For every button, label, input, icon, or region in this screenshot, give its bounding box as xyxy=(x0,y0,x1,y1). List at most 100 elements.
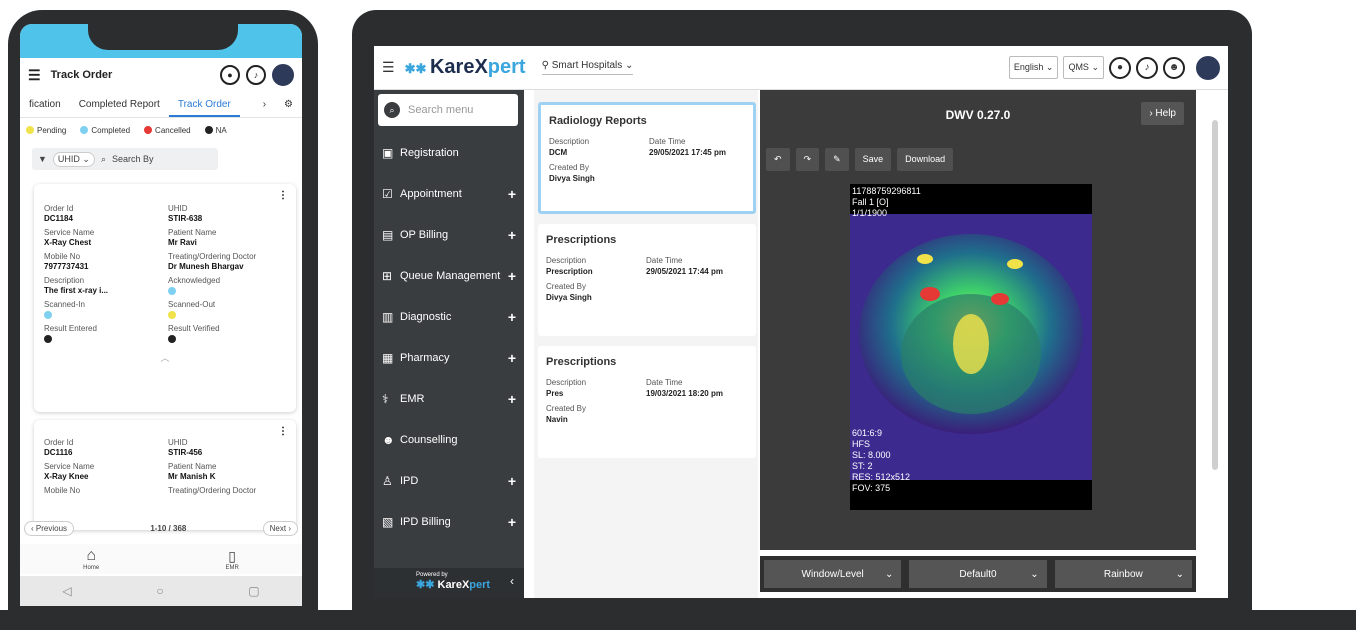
sidebar-item-appointment[interactable]: ☑ Appointment + xyxy=(374,175,524,213)
phone-bottom-nav: ⌂ Home ▯ EMR xyxy=(20,544,302,574)
help-button[interactable]: › Help xyxy=(1141,102,1184,125)
expand-plus-icon[interactable]: + xyxy=(508,309,516,325)
expand-plus-icon[interactable]: + xyxy=(508,473,516,489)
diagnostic-icon: ▥ xyxy=(382,310,394,324)
order-card[interactable]: ⋮ Order Id DC1184 UHID STIR-638 Service Na… xyxy=(34,184,296,412)
save-button[interactable]: Save xyxy=(854,148,892,171)
uhid-select[interactable]: UHID ⌄ xyxy=(52,151,95,167)
nav-emr[interactable]: ▯ EMR xyxy=(225,548,238,571)
more-options-icon[interactable]: ⋮ xyxy=(278,190,288,201)
sidebar-item-label: IPD xyxy=(400,475,419,487)
collapse-chevron-icon[interactable]: ︿ xyxy=(44,351,286,364)
preset-select[interactable]: Default0 ⌄ xyxy=(909,560,1047,588)
report-title: Radiology Reports xyxy=(549,115,647,127)
sidebar-item-emr[interactable]: ⚕ EMR + xyxy=(374,380,524,418)
back-icon[interactable]: ◁ xyxy=(62,584,71,598)
uhid: STIR-638 xyxy=(168,214,203,223)
report-title: Prescriptions xyxy=(546,234,617,246)
recents-icon[interactable]: ▢ xyxy=(248,584,259,598)
sidebar-item-queue-management[interactable]: ⊞ Queue Management + xyxy=(374,257,524,295)
expand-plus-icon[interactable]: + xyxy=(508,186,516,202)
avatar[interactable] xyxy=(1196,55,1220,80)
more-options-icon[interactable]: ⋮ xyxy=(278,426,288,437)
report-card[interactable]: Prescriptions Description Prescription Date… xyxy=(538,224,756,336)
hamburger-menu-icon[interactable]: ☰ xyxy=(382,59,395,76)
undo-icon[interactable]: ↶ xyxy=(766,148,790,171)
expand-plus-icon[interactable]: + xyxy=(508,350,516,366)
registration-icon: ▣ xyxy=(382,146,394,160)
hamburger-menu-icon[interactable]: ☰ xyxy=(28,67,41,84)
expand-plus-icon[interactable]: + xyxy=(508,268,516,284)
expand-plus-icon[interactable]: + xyxy=(508,391,516,407)
home-icon: ⌂ xyxy=(86,547,96,564)
report-date: 29/05/2021 17:44 pm xyxy=(646,267,723,276)
sidebar-item-label: EMR xyxy=(400,393,425,405)
bell-icon[interactable]: ♪ xyxy=(1136,56,1158,79)
scrollbar[interactable] xyxy=(1196,90,1228,598)
report-card[interactable]: Prescriptions Description Pres Date Time 19/… xyxy=(538,346,756,458)
uhid: STIR-456 xyxy=(168,448,203,457)
ipd-icon: ♙ xyxy=(382,474,393,488)
sidebar-item-counselling[interactable]: ☻ Counselling xyxy=(374,421,524,459)
qms-select[interactable]: QMS ⌄ xyxy=(1063,56,1104,79)
report-card[interactable]: Radiology Reports Description DCM Date Time… xyxy=(538,102,756,214)
expand-plus-icon[interactable]: + xyxy=(508,514,516,530)
phone-screen: ☰ Track Order ● ♪ fication Completed Rep… xyxy=(20,24,302,606)
group-icon[interactable]: ☻ xyxy=(1163,56,1185,79)
location-select[interactable]: ⚲ Smart Hospitals ⌄ xyxy=(541,60,634,75)
download-button[interactable]: Download xyxy=(897,148,954,171)
tab-notification[interactable]: fication xyxy=(20,99,70,110)
sidebar-item-ipd[interactable]: ♙ IPD + xyxy=(374,462,524,500)
home-circle-icon[interactable]: ○ xyxy=(156,584,163,598)
search-menu-input[interactable]: Search menu xyxy=(408,104,473,116)
sidebar-item-op-billing[interactable]: ▤ OP Billing + xyxy=(374,216,524,254)
order-card[interactable]: ⋮ Order Id DC1116 UHID STIR-456 Service Na… xyxy=(34,420,296,530)
user-circle-icon[interactable]: ● xyxy=(1109,56,1131,79)
search-input[interactable]: Search By xyxy=(112,154,154,164)
chevron-right-icon[interactable]: › xyxy=(254,99,275,110)
avatar[interactable] xyxy=(272,64,294,86)
op-billing-icon: ▤ xyxy=(382,228,394,242)
collapse-sidebar-icon[interactable]: ‹ xyxy=(510,574,514,588)
colormap-select[interactable]: Rainbow ⌄ xyxy=(1054,560,1192,588)
previous-button[interactable]: ‹ Previous xyxy=(24,520,75,536)
sidebar-item-label: Diagnostic xyxy=(400,311,452,323)
expand-plus-icon[interactable]: + xyxy=(508,227,516,243)
tab-track-order[interactable]: Track Order xyxy=(168,92,240,117)
pagination: ‹ Previous 1-10 / 368 Next › xyxy=(20,518,302,538)
brand-logo: ✱✱ KareXpert xyxy=(404,56,526,78)
chevron-down-icon: ⌄ xyxy=(884,568,894,580)
order-id: DC1116 xyxy=(44,448,73,457)
sidebar-item-diagnostic[interactable]: ▥ Diagnostic + xyxy=(374,298,524,336)
result-entered-status-dot xyxy=(44,335,52,343)
redo-icon[interactable]: ↷ xyxy=(795,148,820,171)
user-circle-icon[interactable]: ● xyxy=(220,65,240,85)
report-created-by: Divya Singh xyxy=(549,174,595,183)
gear-icon[interactable]: ⚙ xyxy=(275,99,302,110)
sidebar-item-label: Appointment xyxy=(400,188,462,200)
scrollbar-thumb[interactable] xyxy=(1212,120,1218,470)
nav-home[interactable]: ⌂ Home xyxy=(83,547,99,571)
dicom-image-canvas[interactable]: 11788759296811 Fall 1 [O] 1/1/1900 601:6… xyxy=(850,184,1092,510)
sidebar-search[interactable]: ⌕ Search menu xyxy=(378,94,518,126)
legend-cancelled: Cancelled xyxy=(144,126,191,135)
phone-tabs: fication Completed Report Track Order › … xyxy=(20,92,302,118)
next-button[interactable]: Next › xyxy=(262,520,298,536)
language-select[interactable]: English ⌄ xyxy=(1008,56,1059,79)
phone-search-bar[interactable]: ▼ UHID ⌄ ⌕ Search By xyxy=(32,148,218,170)
powered-by: Powered by ✱✱ KareXpert ‹ xyxy=(374,568,524,598)
sidebar-item-registration[interactable]: ▣ Registration xyxy=(374,134,524,172)
dicom-viewer: DWV 0.27.0 › Help ↶ ↷ ✎ Save Download 11… xyxy=(760,90,1196,550)
emr-icon: ⚕ xyxy=(382,392,389,406)
sidebar-item-ipd-billing[interactable]: ▧ IPD Billing + xyxy=(374,503,524,541)
tab-completed-report[interactable]: Completed Report xyxy=(70,99,169,110)
draw-pencil-icon[interactable]: ✎ xyxy=(825,148,849,171)
sidebar-item-pharmacy[interactable]: ▦ Pharmacy + xyxy=(374,339,524,377)
bell-icon[interactable]: ♪ xyxy=(246,65,266,85)
app-topbar: ☰ ✱✱ KareXpert ⚲ Smart Hospitals ⌄ Engli… xyxy=(374,46,1228,90)
window-level-select[interactable]: Window/Level ⌄ xyxy=(764,560,902,588)
acknowledged-status-dot xyxy=(168,287,176,295)
filter-icon[interactable]: ▼ xyxy=(38,154,47,164)
report-description: Pres xyxy=(546,389,564,398)
sidebar-item-label: Registration xyxy=(400,147,459,159)
